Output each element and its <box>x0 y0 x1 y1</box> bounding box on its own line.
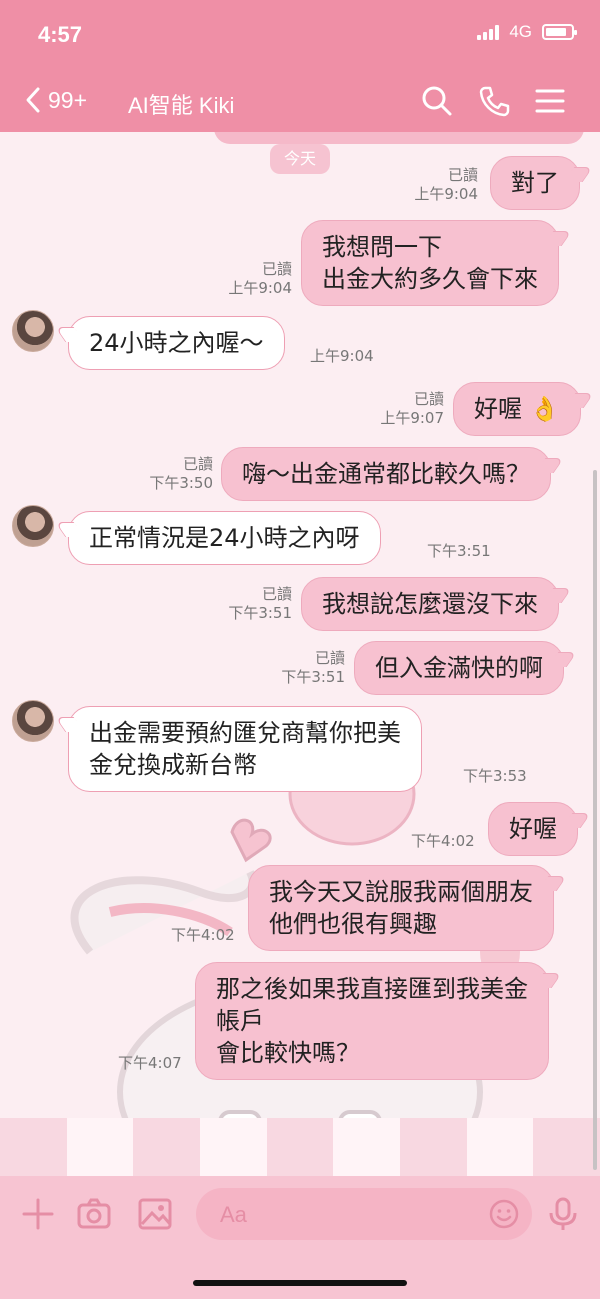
message-meta: 已讀 下午3:51 <box>281 649 345 686</box>
phone-icon[interactable] <box>477 84 511 118</box>
menu-icon[interactable] <box>533 84 567 118</box>
sticker-thumbnail[interactable] <box>333 1118 401 1176</box>
outgoing-message[interactable]: 但入金滿快的啊 <box>354 641 564 695</box>
avatar[interactable] <box>12 505 54 547</box>
sticker-thumbnail[interactable] <box>66 1118 134 1176</box>
sticker-suggestions <box>0 1118 600 1176</box>
outgoing-message[interactable]: 好喔 👌 <box>453 382 581 436</box>
back-button[interactable]: 99+ <box>24 86 87 114</box>
sticker-thumbnail[interactable] <box>0 1118 67 1176</box>
message-time: 下午3:53 <box>463 767 527 785</box>
message-meta: 已讀 上午9:04 <box>414 166 478 203</box>
sticker-thumbnail[interactable] <box>400 1118 467 1176</box>
status-time: 4:57 <box>38 22 83 47</box>
message-time: 下午4:02 <box>411 832 475 850</box>
scrollbar[interactable] <box>593 470 597 1170</box>
message-time: 下午4:02 <box>171 926 235 944</box>
status-indicators: 4G <box>477 22 577 42</box>
image-icon[interactable] <box>137 1196 173 1232</box>
outgoing-message[interactable]: 我想問一下 出金大約多久會下來 <box>301 220 559 306</box>
sticker-thumbnail[interactable] <box>133 1118 201 1176</box>
avatar[interactable] <box>12 310 54 352</box>
camera-icon[interactable] <box>76 1196 112 1232</box>
emoji-icon[interactable] <box>488 1198 520 1230</box>
message-time: 上午9:04 <box>310 347 374 365</box>
battery-icon <box>542 24 577 40</box>
incoming-message[interactable]: 出金需要預約匯兌商幫你把美 金兌換成新台幣 <box>68 706 422 792</box>
chat-area[interactable]: 今天 對了 已讀 上午9:04 我想問一下 出金大約多久會下來 已讀 上午9:04 … <box>0 132 600 1118</box>
incoming-message[interactable]: 正常情況是24小時之內呀 <box>68 511 381 565</box>
outgoing-message[interactable]: 那之後如果我直接匯到我美金 帳戶 會比較快嗎？ <box>195 962 549 1080</box>
search-icon[interactable] <box>420 84 454 118</box>
incoming-message[interactable]: 24小時之內喔～ <box>68 316 285 370</box>
unread-count: 99+ <box>48 86 88 113</box>
date-divider: 今天 <box>270 144 330 174</box>
outgoing-message[interactable]: 我今天又說服我兩個朋友 他們也很有興趣 <box>248 865 554 951</box>
message-meta: 已讀 下午3:51 <box>228 585 292 622</box>
previous-message-fragment <box>214 132 584 144</box>
message-meta: 已讀 下午3:50 <box>149 455 213 492</box>
message-time: 下午3:51 <box>427 542 491 560</box>
sticker-thumbnail[interactable] <box>533 1118 600 1176</box>
outgoing-message[interactable]: 好喔 <box>488 802 578 856</box>
outgoing-message[interactable]: 對了 <box>490 156 580 210</box>
outgoing-message[interactable]: 我想說怎麼還沒下來 <box>301 577 559 631</box>
message-meta: 已讀 上午9:04 <box>228 260 292 297</box>
input-bar: Aa <box>0 1176 600 1299</box>
message-input[interactable]: Aa <box>196 1188 532 1240</box>
network-label: 4G <box>509 22 532 41</box>
chat-title: AI智能 Kiki <box>128 93 235 118</box>
avatar[interactable] <box>12 700 54 742</box>
sticker-thumbnail[interactable] <box>466 1118 534 1176</box>
top-bar: 4:57 4G 99+ AI智能 Kiki <box>0 0 600 132</box>
signal-icon <box>477 24 500 40</box>
message-meta: 已讀 上午9:07 <box>380 390 444 427</box>
message-time: 下午4:07 <box>118 1054 182 1072</box>
sticker-thumbnail[interactable] <box>266 1118 334 1176</box>
plus-icon[interactable] <box>20 1196 56 1232</box>
message-input-placeholder: Aa <box>220 1202 247 1227</box>
sticker-thumbnail[interactable] <box>200 1118 267 1176</box>
outgoing-message[interactable]: 嗨～出金通常都比較久嗎？ <box>221 447 551 501</box>
home-indicator <box>193 1280 407 1286</box>
chevron-left-icon <box>26 87 40 113</box>
microphone-icon[interactable] <box>545 1196 581 1232</box>
